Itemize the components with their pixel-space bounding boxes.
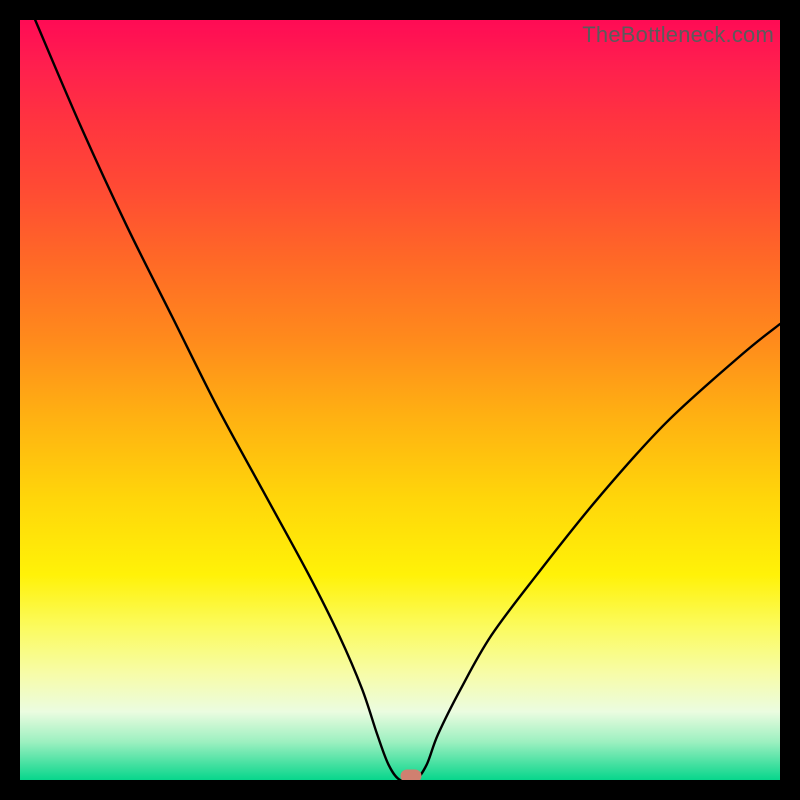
plot-area: TheBottleneck.com [20, 20, 780, 780]
chart-frame: TheBottleneck.com [0, 0, 800, 800]
curve-layer [20, 20, 780, 780]
bottleneck-curve [35, 20, 780, 780]
watermark-text: TheBottleneck.com [582, 22, 774, 48]
optimal-point-marker [401, 770, 422, 780]
